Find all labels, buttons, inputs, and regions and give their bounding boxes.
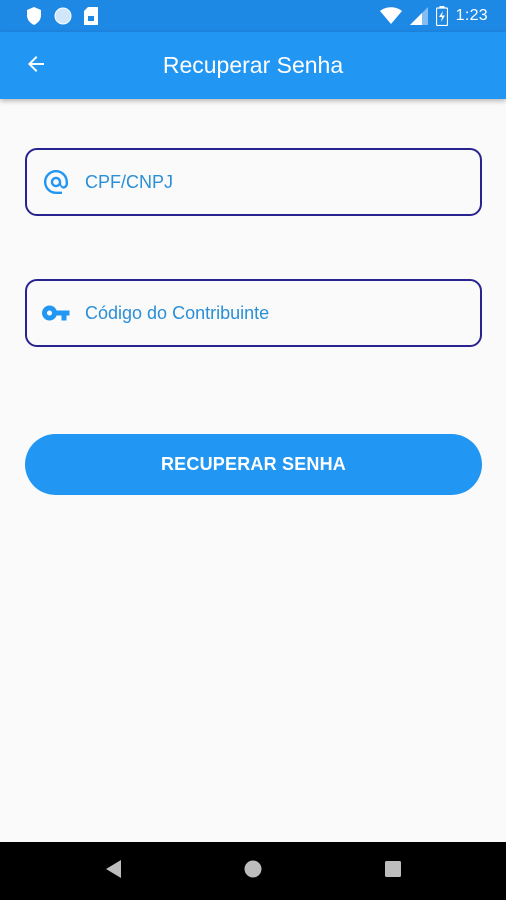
- status-left-icons: [26, 7, 98, 25]
- back-button[interactable]: [16, 46, 56, 86]
- contributor-code-field[interactable]: [25, 279, 482, 347]
- arrow-back-icon: [24, 52, 48, 81]
- nav-recents-button[interactable]: [363, 842, 423, 900]
- nav-recents-icon: [384, 860, 402, 883]
- recover-password-screen: 1:23 Recuperar Senha RECUPERAR SENHA: [0, 0, 506, 900]
- signal-icon: [409, 7, 428, 25]
- nav-back-icon: [105, 859, 123, 884]
- status-bar: 1:23: [0, 0, 506, 32]
- nav-home-button[interactable]: [223, 842, 283, 900]
- key-icon: [41, 298, 71, 328]
- cpf-cnpj-input[interactable]: [85, 162, 455, 202]
- nav-home-icon: [243, 859, 263, 884]
- at-sign-icon: [41, 167, 71, 197]
- system-nav-bar: [0, 842, 506, 900]
- status-time: 1:23: [455, 7, 488, 24]
- cpf-cnpj-field[interactable]: [25, 148, 482, 216]
- sim-card-icon: [84, 7, 98, 25]
- nav-back-button[interactable]: [84, 842, 144, 900]
- page-title: Recuperar Senha: [162, 52, 344, 78]
- wifi-icon: [379, 7, 402, 25]
- shield-icon: [26, 7, 42, 25]
- contributor-code-input[interactable]: [85, 293, 455, 333]
- battery-charging-icon: [435, 6, 448, 26]
- circle-icon: [54, 7, 72, 25]
- app-bar: Recuperar Senha: [0, 32, 506, 99]
- status-right-icons: 1:23: [379, 6, 488, 26]
- recover-password-button[interactable]: RECUPERAR SENHA: [25, 434, 482, 495]
